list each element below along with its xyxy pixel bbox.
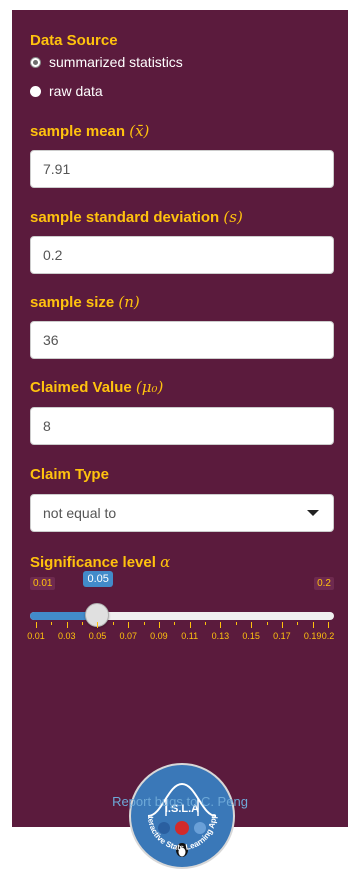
slider-minor-tick	[297, 622, 299, 625]
slider-tick	[189, 622, 191, 628]
sidebar-panel: Data Source summarized statistics raw da…	[12, 10, 348, 869]
slider-minor-tick	[266, 622, 268, 625]
slider-minor-tick	[174, 622, 176, 625]
slider-tick	[312, 622, 314, 628]
slider-tick-label: 0.19	[303, 631, 322, 641]
slider-minor-tick	[235, 622, 237, 625]
slider-tick	[66, 622, 68, 628]
radio-summarized-statistics[interactable]: summarized statistics	[30, 53, 183, 71]
sample-size-input[interactable]: 36	[30, 321, 334, 359]
slider-minor-tick	[112, 622, 114, 625]
slider-tick-label: 0.15	[242, 631, 260, 641]
sample-size-label: sample size (n)	[30, 293, 140, 311]
slider-tick-label: 0.2	[321, 631, 335, 641]
slider-tick	[128, 622, 130, 628]
slider-tick-label: 0.09	[150, 631, 168, 641]
radio-selected-icon[interactable]	[30, 56, 41, 68]
slider-minor-tick	[205, 622, 207, 625]
slider-min-label: 0.01	[30, 577, 56, 590]
slider-tick	[158, 622, 160, 628]
slider-tick	[220, 622, 222, 628]
slider-tick	[251, 622, 253, 628]
slider-max-label: 0.2	[314, 577, 334, 590]
slider-value-bubble: 0.05	[83, 571, 113, 587]
chevron-down-icon	[307, 510, 319, 516]
data-source-label: Data Source	[30, 32, 118, 49]
claim-type-label: Claim Type	[30, 466, 109, 483]
isla-logo: I.S.L.A Interactive Stats Learning Apps	[128, 762, 235, 869]
sample-mean-label: sample mean (x̄)	[30, 122, 150, 140]
slider-tick-label: 0.03	[57, 631, 76, 641]
significance-slider[interactable]: 0.01 0.2 0.05 0.01 0.03 0.05 0.07 0.09 0.11 0.…	[27, 571, 335, 647]
slider-tick-label: 0.13	[211, 631, 230, 641]
slider-minor-tick	[328, 622, 329, 625]
report-bugs-link[interactable]: Report bugs to C. Peng	[12, 794, 348, 809]
claim-type-value: not equal to	[43, 505, 117, 521]
slider-tick	[36, 622, 37, 628]
slider-tick-label: 0.07	[119, 631, 137, 641]
sample-sd-label: sample standard deviation (s)	[30, 208, 243, 226]
slider-tick-label: 0.05	[88, 631, 107, 641]
slider-tick-label: 0.11	[181, 631, 199, 641]
claim-type-select[interactable]: not equal to	[30, 494, 334, 532]
slider-tick-label: 0.17	[273, 631, 291, 641]
slider-minor-tick	[82, 622, 84, 625]
sample-sd-input[interactable]: 0.2	[30, 236, 334, 274]
radio-label: summarized statistics	[49, 54, 183, 70]
slider-minor-tick	[51, 622, 53, 625]
slider-tick	[281, 622, 283, 628]
radio-raw-data[interactable]: raw data	[30, 82, 103, 100]
slider-minor-tick	[143, 622, 145, 625]
claimed-value-input[interactable]: 8	[30, 407, 334, 445]
radio-unselected-icon[interactable]	[30, 85, 41, 97]
radio-label: raw data	[49, 83, 103, 99]
slider-tick-label: 0.01	[27, 631, 45, 641]
sample-mean-input[interactable]: 7.91	[30, 150, 334, 188]
slider-tick	[97, 622, 99, 628]
significance-label: Significance level α	[30, 553, 171, 571]
claimed-value-label: Claimed Value (μ₀)	[30, 378, 164, 396]
